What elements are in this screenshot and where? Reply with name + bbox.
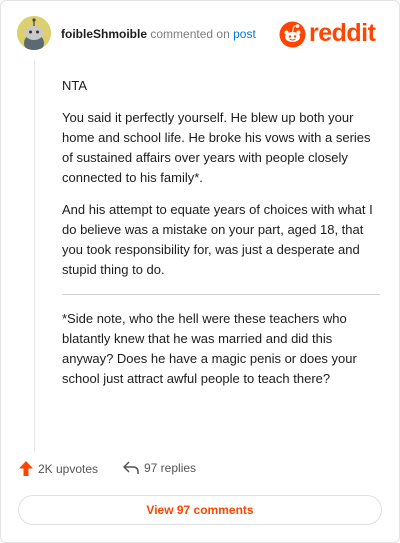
reddit-logo[interactable]: reddit (279, 18, 385, 48)
view-comments-button[interactable]: View 97 comments (18, 495, 382, 525)
comment-paragraph: *Side note, who the hell were these teac… (62, 311, 357, 386)
upvote-count: 2K upvotes (38, 461, 99, 476)
upvote-icon (19, 461, 33, 476)
thread-line (34, 61, 35, 451)
reply-icon (123, 461, 139, 474)
comment-actions: 2K upvotes 97 replies (19, 461, 379, 481)
avatar[interactable] (17, 16, 51, 50)
reddit-logo-icon (279, 21, 306, 48)
username-link[interactable]: foibleShmoible (61, 27, 147, 41)
upvote-button[interactable]: 2K upvotes (19, 461, 98, 476)
comment-paragraph: You said it perfectly yourself. He blew … (62, 110, 371, 185)
comment-paragraph: NTA (62, 78, 88, 93)
byline: foibleShmoible commented on post (61, 27, 256, 41)
post-link[interactable]: post (233, 27, 256, 41)
divider (62, 294, 380, 295)
reddit-wordmark: reddit (309, 19, 376, 47)
comment-header: foibleShmoible commented on post reddit (17, 16, 385, 52)
comment-card: foibleShmoible commented on post reddit … (0, 0, 400, 543)
replies-button[interactable]: 97 replies (123, 461, 196, 475)
comment-body: NTA You said it perfectly yourself. He b… (62, 76, 380, 401)
commented-on-text: commented on (150, 27, 230, 41)
comment-paragraph: And his attempt to equate years of choic… (62, 202, 373, 277)
replies-count: 97 replies (144, 461, 197, 475)
